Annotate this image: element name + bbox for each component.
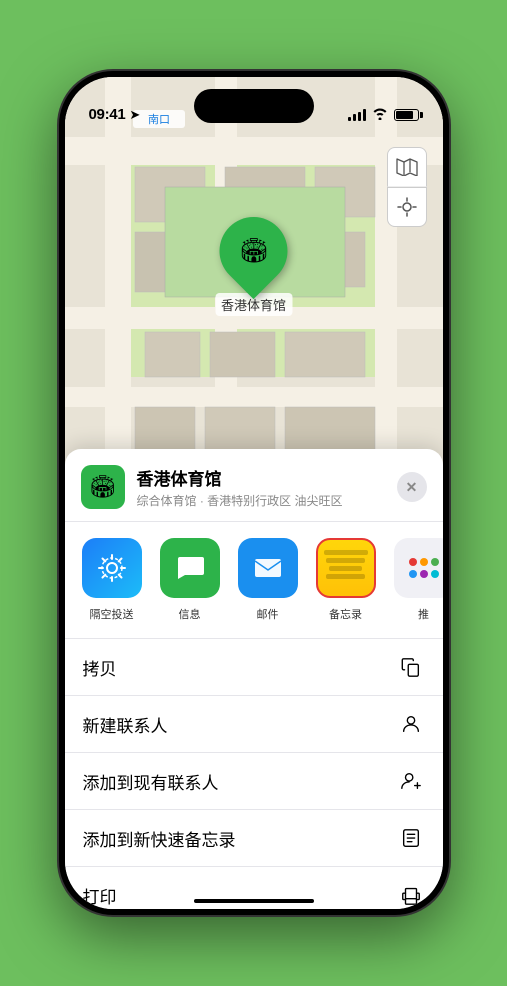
location-pin: 🏟 香港体育馆	[215, 217, 292, 316]
signal-icon	[348, 109, 366, 121]
mail-icon-box	[238, 538, 298, 598]
new-contact-label: 新建联系人	[83, 712, 168, 737]
action-add-existing[interactable]: 添加到现有联系人	[65, 753, 443, 810]
action-add-notes[interactable]: 添加到新快速备忘录	[65, 810, 443, 867]
close-button[interactable]: ✕	[397, 472, 427, 502]
share-more[interactable]: 推	[389, 538, 443, 622]
dynamic-island	[194, 89, 314, 123]
location-arrow-icon: ➤	[129, 107, 140, 123]
action-new-contact[interactable]: 新建联系人	[65, 696, 443, 753]
add-notes-icon	[397, 824, 425, 852]
share-airdrop[interactable]: 隔空投送	[77, 538, 147, 622]
print-label: 打印	[83, 883, 117, 908]
notes-label: 备忘录	[329, 606, 362, 622]
new-contact-icon	[397, 710, 425, 738]
venue-name: 香港体育馆	[137, 465, 397, 490]
home-indicator	[194, 899, 314, 903]
share-row: 隔空投送 信息	[65, 522, 443, 639]
share-mail[interactable]: 邮件	[233, 538, 303, 622]
pin-circle: 🏟	[205, 203, 301, 299]
messages-icon-box	[160, 538, 220, 598]
phone-frame: 09:41 ➤	[59, 71, 449, 915]
venue-sub: 综合体育馆 · 香港特别行政区 油尖旺区	[137, 492, 397, 509]
venue-info: 香港体育馆 综合体育馆 · 香港特别行政区 油尖旺区	[137, 465, 397, 509]
bottom-sheet: 🏟 香港体育馆 综合体育馆 · 香港特别行政区 油尖旺区 ✕	[65, 449, 443, 909]
airdrop-label: 隔空投送	[90, 606, 134, 622]
copy-label: 拷贝	[83, 655, 117, 680]
phone-screen: 09:41 ➤	[65, 77, 443, 909]
add-notes-label: 添加到新快速备忘录	[83, 826, 236, 851]
location-button[interactable]	[387, 187, 427, 227]
share-messages[interactable]: 信息	[155, 538, 225, 622]
status-time: 09:41	[89, 106, 126, 123]
airdrop-icon-box	[82, 538, 142, 598]
action-list: 拷贝 新建联系人 添加到现有联系人	[65, 639, 443, 909]
add-existing-icon	[397, 767, 425, 795]
status-icons	[348, 107, 419, 123]
pin-icon: 🏟	[238, 237, 268, 266]
mail-label: 邮件	[257, 606, 279, 622]
share-notes[interactable]: 备忘录	[311, 538, 381, 622]
battery-icon	[394, 109, 419, 121]
action-copy[interactable]: 拷贝	[65, 639, 443, 696]
more-label: 推	[418, 606, 429, 622]
wifi-icon	[372, 107, 388, 123]
messages-label: 信息	[179, 606, 201, 622]
more-icon-box	[394, 538, 443, 598]
map-controls	[387, 147, 427, 227]
notes-icon-box	[316, 538, 376, 598]
sheet-header: 🏟 香港体育馆 综合体育馆 · 香港特别行政区 油尖旺区 ✕	[65, 449, 443, 522]
venue-icon: 🏟	[81, 465, 125, 509]
print-icon	[397, 881, 425, 909]
copy-icon	[397, 653, 425, 681]
add-existing-label: 添加到现有联系人	[83, 769, 219, 794]
map-type-button[interactable]	[387, 147, 427, 187]
